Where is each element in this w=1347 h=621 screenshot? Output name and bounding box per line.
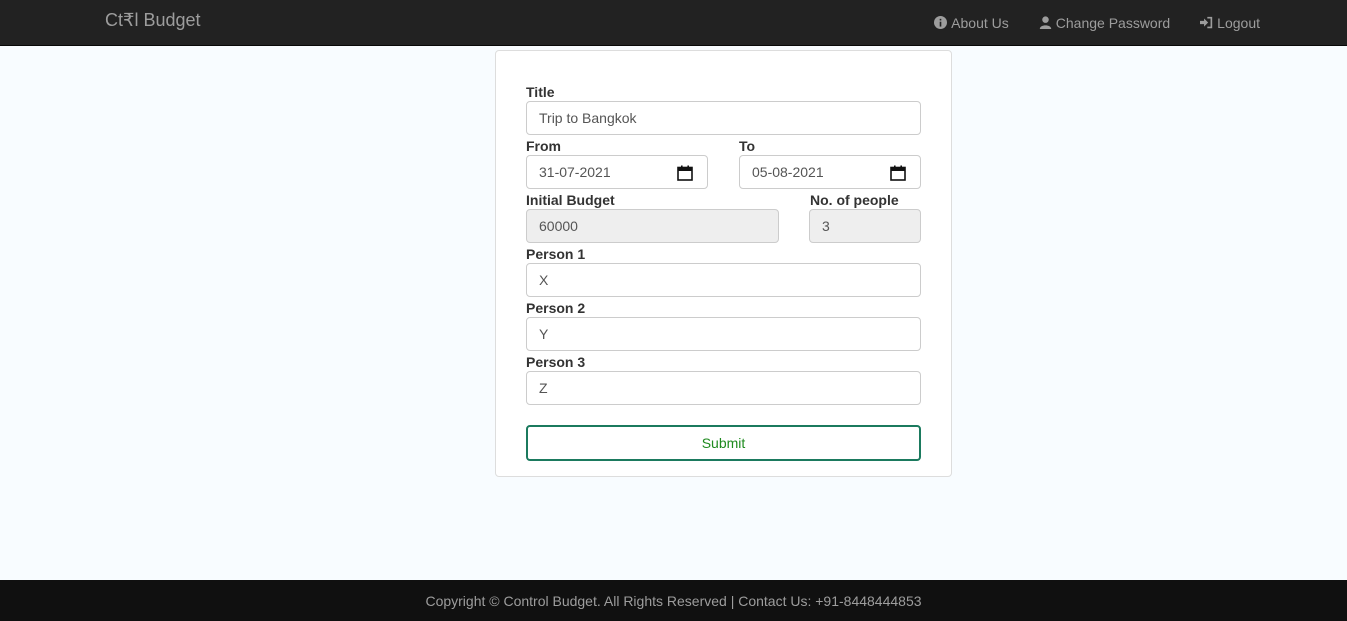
title-label: Title bbox=[526, 84, 555, 100]
from-date-input[interactable]: 31-07-2021 bbox=[526, 155, 708, 189]
calendar-icon[interactable] bbox=[890, 165, 906, 181]
initial-budget-input: 60000 bbox=[526, 209, 779, 243]
nav-logout-label: Logout bbox=[1217, 14, 1260, 31]
from-date-value: 31-07-2021 bbox=[539, 164, 611, 180]
person-2-value: Y bbox=[539, 326, 549, 342]
calendar-icon[interactable] bbox=[677, 165, 693, 181]
person-1-value: X bbox=[539, 272, 549, 288]
person-3-label: Person 3 bbox=[526, 354, 586, 370]
person-3-input[interactable]: Z bbox=[526, 371, 921, 405]
nav-about-us[interactable]: About Us bbox=[934, 13, 1009, 33]
footer: Copyright © Control Budget. All Rights R… bbox=[0, 580, 1347, 621]
title-input[interactable]: Trip to Bangkok bbox=[526, 101, 921, 135]
trip-form-panel: Title Trip to Bangkok From 31-07-2021 To… bbox=[495, 50, 952, 477]
user-icon bbox=[1039, 16, 1051, 29]
from-label: From bbox=[526, 138, 561, 154]
info-circle-icon bbox=[934, 16, 948, 29]
initial-budget-label: Initial Budget bbox=[526, 192, 615, 208]
nav-change-password-label: Change Password bbox=[1055, 14, 1171, 31]
nav-about-us-label: About Us bbox=[951, 14, 1009, 31]
person-1-label: Person 1 bbox=[526, 246, 586, 262]
person-2-input[interactable]: Y bbox=[526, 317, 921, 351]
num-people-label: No. of people bbox=[810, 192, 899, 208]
nav-logout[interactable]: Logout bbox=[1200, 13, 1260, 33]
footer-text: Copyright © Control Budget. All Rights R… bbox=[425, 592, 922, 609]
num-people-value: 3 bbox=[822, 218, 830, 234]
person-3-value: Z bbox=[539, 380, 548, 396]
submit-button[interactable]: Submit bbox=[526, 425, 921, 461]
navbar: Ct₹l Budget About Us Change Password Log… bbox=[0, 0, 1347, 46]
to-date-input[interactable]: 05-08-2021 bbox=[739, 155, 921, 189]
nav-links: About Us Change Password Logout bbox=[904, 0, 1260, 45]
brand-logo[interactable]: Ct₹l Budget bbox=[105, 10, 201, 30]
num-people-input: 3 bbox=[809, 209, 921, 243]
person-2-label: Person 2 bbox=[526, 300, 586, 316]
initial-budget-value: 60000 bbox=[539, 218, 578, 234]
log-in-icon bbox=[1200, 16, 1213, 29]
to-date-value: 05-08-2021 bbox=[752, 164, 824, 180]
title-value: Trip to Bangkok bbox=[539, 110, 637, 126]
to-label: To bbox=[739, 138, 756, 154]
nav-change-password[interactable]: Change Password bbox=[1039, 13, 1170, 33]
person-1-input[interactable]: X bbox=[526, 263, 921, 297]
